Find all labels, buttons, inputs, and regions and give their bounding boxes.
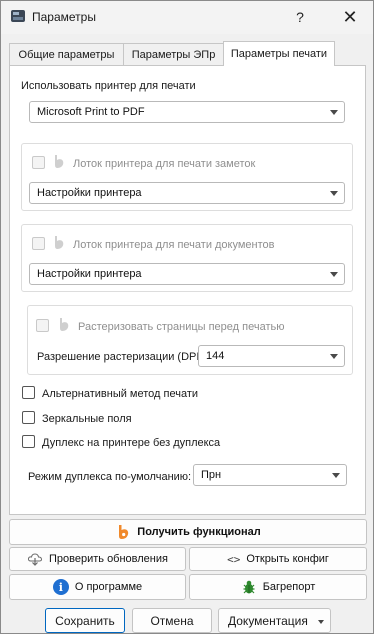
tab-general[interactable]: Общие параметры (9, 43, 124, 65)
rasterize-checkbox[interactable] (36, 319, 49, 332)
chevron-down-icon (330, 191, 338, 196)
info-icon: i (52, 579, 69, 595)
duplex-emulation-checkbox[interactable] (22, 435, 35, 448)
settings-window: Параметры ? ✕ Общие параметры Параметры … (0, 0, 374, 634)
duplex-emulation-label: Дуплекс на принтере без дуплекса (42, 437, 221, 449)
check-updates-button[interactable]: Проверить обновления (9, 547, 186, 571)
notes-tray-select-value: Настройки принтера (37, 187, 142, 199)
docs-tray-select[interactable]: Настройки принтера (29, 263, 345, 285)
mirror-margins-checkbox[interactable] (22, 411, 35, 424)
tab-general-label: Общие параметры (18, 48, 115, 61)
notes-tray-select[interactable]: Настройки принтера (29, 182, 345, 204)
close-button[interactable]: ✕ (327, 1, 373, 33)
get-features-button[interactable]: Получить функционал (9, 519, 367, 545)
brand-b-icon (119, 525, 129, 539)
save-label: Сохранить (55, 613, 115, 628)
tab-epr[interactable]: Параметры ЭПр (123, 43, 224, 65)
dpi-select[interactable]: 144 (198, 345, 345, 367)
mirror-margins-label: Зеркальные поля (42, 413, 132, 425)
chevron-down-icon (330, 354, 338, 359)
bug-report-label: Багрепорт (262, 581, 316, 593)
cancel-label: Отмена (150, 613, 194, 628)
chevron-down-icon (330, 110, 338, 115)
docs-tray-select-value: Настройки принтера (37, 268, 142, 280)
about-button[interactable]: i О программе (9, 574, 186, 600)
app-icon (11, 10, 25, 22)
use-printer-label: Использовать принтер для печати (21, 80, 196, 92)
brand-b-icon (55, 236, 64, 249)
title-bar: Параметры ? ✕ (1, 1, 373, 34)
docs-tray-checkbox[interactable] (32, 237, 45, 250)
info-icon-glyph: i (58, 580, 63, 594)
help-icon: ? (296, 9, 304, 25)
chevron-down-icon (332, 473, 340, 478)
help-button[interactable]: ? (277, 1, 323, 33)
check-updates-label: Проверить обновления (49, 553, 168, 565)
get-features-label: Получить функционал (137, 526, 261, 538)
printer-select[interactable]: Microsoft Print to PDF (29, 101, 345, 123)
documentation-dropdown-button[interactable]: Документация (218, 608, 331, 633)
duplex-default-label: Режим дуплекса по-умолчанию: (28, 471, 192, 483)
cancel-button[interactable]: Отмена (132, 608, 212, 633)
tab-print[interactable]: Параметры печати (223, 41, 335, 66)
chevron-down-icon (318, 620, 324, 624)
printer-select-value: Microsoft Print to PDF (37, 106, 145, 118)
notes-tray-checkbox[interactable] (32, 156, 45, 169)
bug-icon (243, 580, 255, 594)
tab-print-label: Параметры печати (230, 48, 328, 60)
cloud-download-icon (27, 553, 43, 566)
dpi-label: Разрешение растеризации (DPI) (37, 351, 204, 363)
open-config-label: Открыть конфиг (246, 553, 329, 565)
notes-tray-label: Лоток принтера для печати заметок (73, 158, 256, 170)
alt-method-label: Альтернативный метод печати (42, 388, 199, 400)
open-config-button[interactable]: <> Открыть конфиг (189, 547, 367, 571)
docs-tray-label: Лоток принтера для печати документов (73, 239, 275, 251)
bug-report-button[interactable]: Багрепорт (189, 574, 367, 600)
brand-b-icon (55, 155, 64, 168)
alt-method-checkbox[interactable] (22, 386, 35, 399)
save-button[interactable]: Сохранить (45, 608, 125, 633)
dpi-select-value: 144 (206, 350, 225, 362)
duplex-default-select-value: Прн (201, 469, 222, 481)
rasterize-label: Растеризовать страницы перед печатью (78, 321, 285, 333)
tab-epr-label: Параметры ЭПр (131, 48, 216, 61)
close-icon: ✕ (342, 6, 358, 27)
brand-b-icon (60, 318, 69, 331)
documentation-label: Документация (228, 613, 308, 628)
duplex-default-select[interactable]: Прн (193, 464, 347, 486)
window-title: Параметры (32, 10, 96, 24)
about-label: О программе (74, 581, 143, 593)
code-icon: <> (227, 552, 241, 566)
chevron-down-icon (330, 272, 338, 277)
